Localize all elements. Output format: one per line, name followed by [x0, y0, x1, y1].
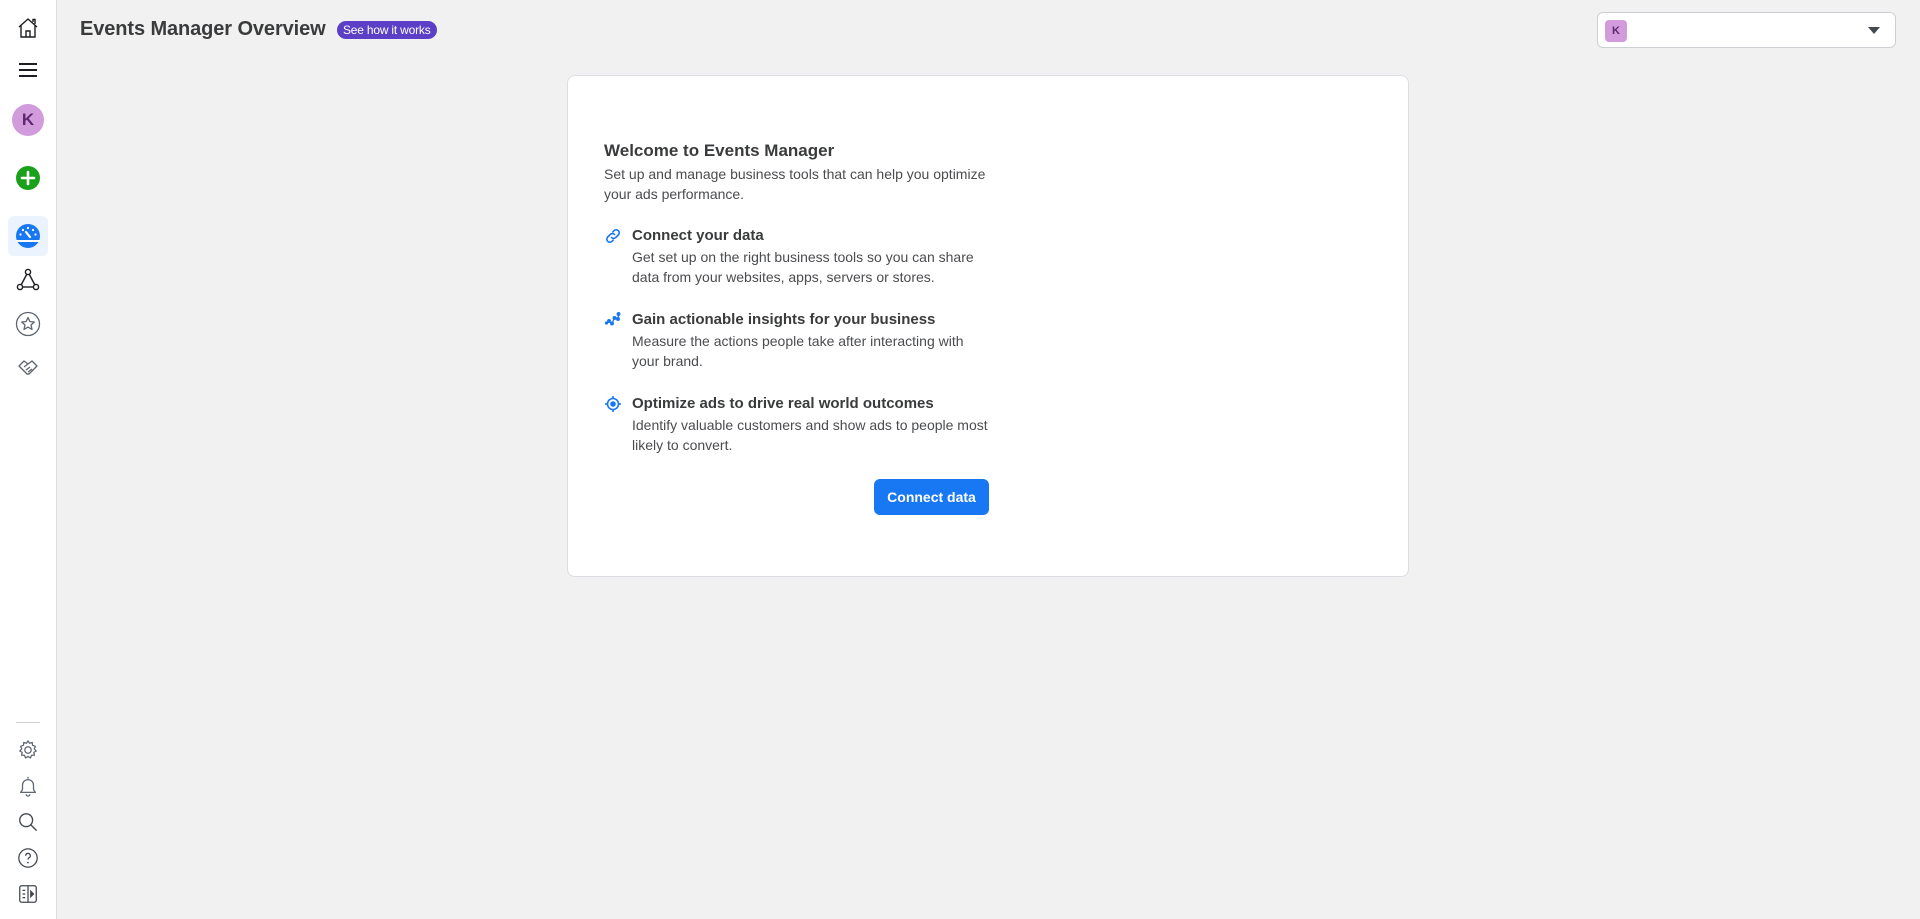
page-title: Events Manager Overview	[80, 18, 326, 40]
handshake-icon	[18, 360, 38, 375]
search-icon	[19, 813, 37, 831]
star-circle-icon	[15, 311, 41, 337]
panel-toggle-icon	[19, 885, 37, 903]
connect-data-button[interactable]: Connect data	[874, 479, 989, 515]
feature-description: Get set up on the right business tools s…	[632, 249, 974, 285]
graph-nodes-icon	[16, 268, 40, 291]
bell-icon	[20, 776, 36, 797]
sidebar-item-help[interactable]	[8, 838, 48, 878]
sidebar: K	[0, 0, 57, 919]
plus-circle-icon	[16, 166, 40, 190]
sidebar-item-favorites[interactable]	[8, 304, 48, 344]
sidebar-item-account[interactable]: K	[8, 100, 48, 140]
sidebar-item-home[interactable]	[8, 8, 48, 48]
welcome-title: Welcome to Events Manager	[604, 141, 835, 160]
welcome-card: Welcome to Events Manager Set up and man…	[567, 75, 1409, 577]
feature-title: Gain actionable insights for your busine…	[632, 311, 936, 328]
home-icon	[18, 18, 38, 38]
sidebar-item-partner-integrations[interactable]	[8, 348, 48, 388]
help-icon	[18, 848, 38, 868]
sidebar-item-toggle-panel[interactable]	[8, 874, 48, 914]
gear-icon	[19, 740, 37, 759]
sidebar-item-notifications[interactable]	[8, 766, 48, 806]
feature-description: Measure the actions people take after in…	[632, 333, 964, 369]
feature-title: Connect your data	[632, 227, 764, 244]
feature-title: Optimize ads to drive real world outcome…	[632, 395, 934, 412]
sidebar-divider	[16, 722, 40, 723]
insights-chart-icon	[604, 312, 621, 326]
avatar: K	[12, 104, 44, 136]
sidebar-item-search[interactable]	[8, 802, 48, 842]
target-icon	[605, 396, 621, 412]
account-selector-dropdown[interactable]: K	[1597, 12, 1896, 48]
chevron-down-icon	[1868, 27, 1880, 34]
hamburger-menu-icon	[19, 63, 37, 77]
see-how-it-works-badge[interactable]: See how it works	[337, 21, 437, 39]
link-icon	[606, 229, 620, 243]
sidebar-item-menu[interactable]	[8, 50, 48, 90]
dashboard-gauge-icon	[16, 224, 40, 248]
feature-description: Identify valuable customers and show ads…	[632, 417, 988, 453]
sidebar-item-events-manager[interactable]	[8, 216, 48, 256]
sidebar-item-data-sources[interactable]	[8, 260, 48, 300]
sidebar-item-create[interactable]	[8, 158, 48, 198]
account-avatar: K	[1605, 20, 1627, 42]
welcome-subtitle: Set up and manage business tools that ca…	[604, 166, 986, 202]
sidebar-item-settings[interactable]	[8, 730, 48, 770]
